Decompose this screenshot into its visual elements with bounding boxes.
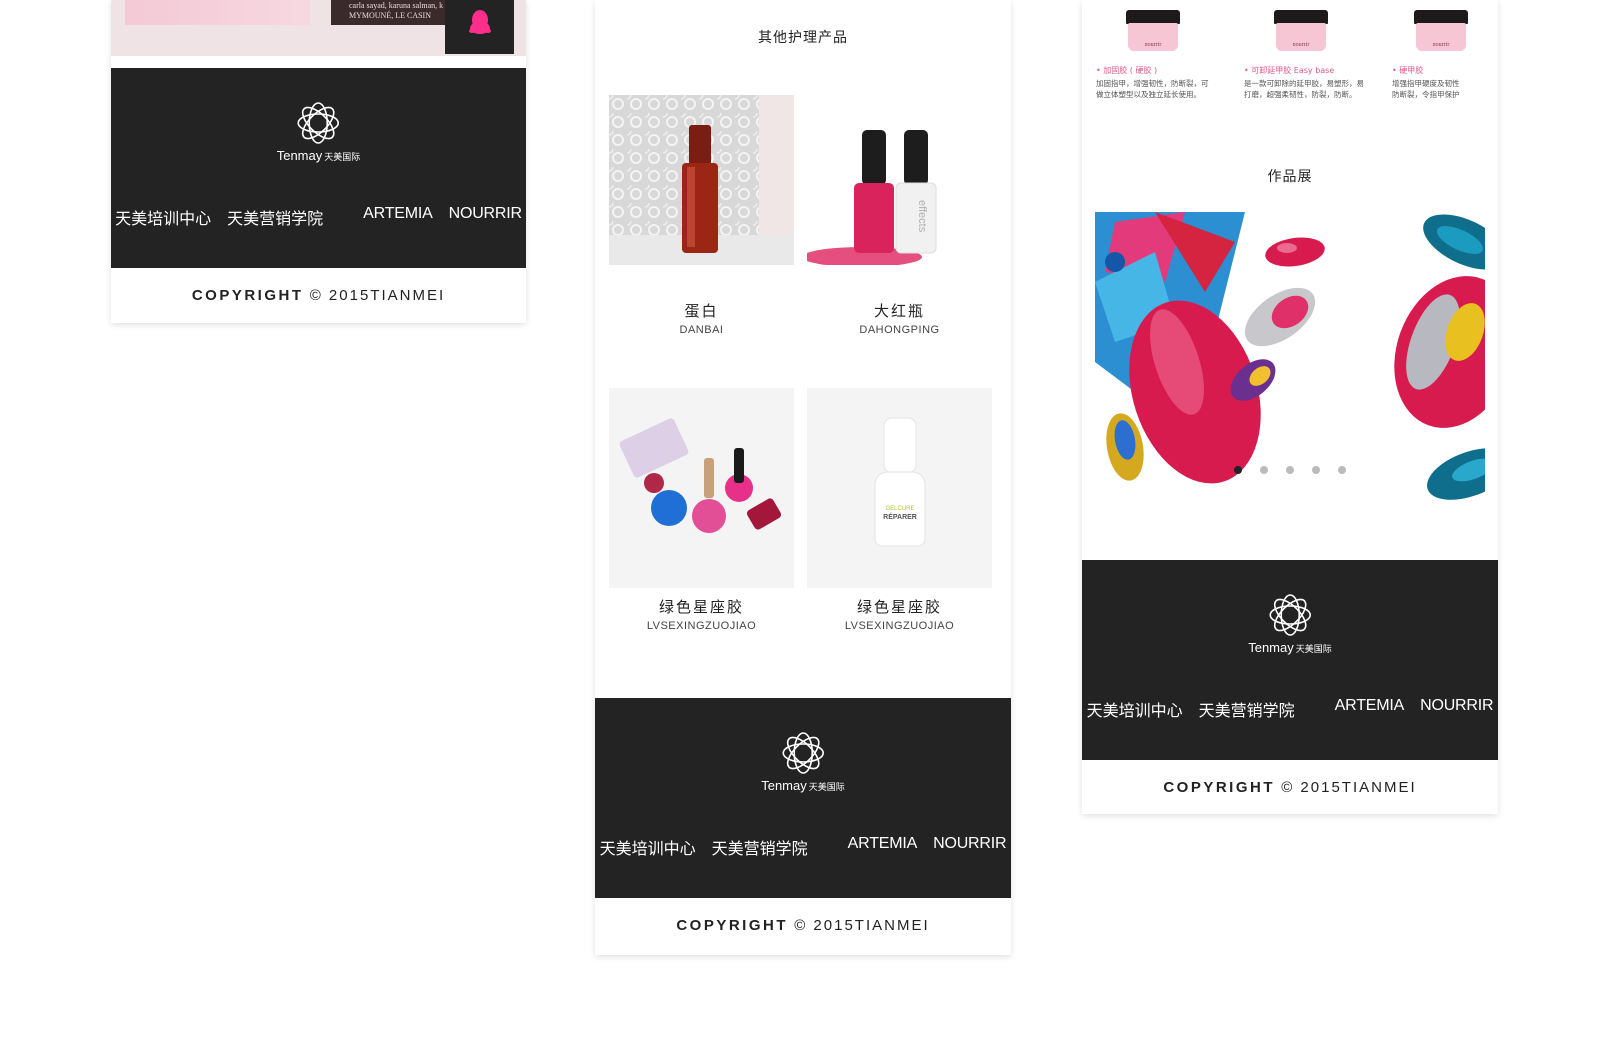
carousel-dot[interactable]	[1312, 466, 1320, 474]
footer-link-training[interactable]: 天美培训中心	[115, 205, 211, 229]
jar-description: 是一款可卸除的延甲胶，易塑形，易 打磨，超强柔韧性，防裂，防断。	[1244, 79, 1364, 99]
jar-description: 加固指甲，增强韧性，防断裂，可 做立体塑型以及独立延长使用。	[1096, 79, 1209, 99]
product-pinyin: DANBAI	[679, 324, 724, 336]
tenmay-logo-icon	[782, 732, 824, 774]
jar-image: nourrir	[1274, 10, 1328, 52]
footer-link-training[interactable]: 天美培训中心	[1087, 697, 1183, 721]
product-pinyin: DAHONGPING	[859, 324, 940, 336]
penguin-icon	[469, 10, 491, 34]
product-card[interactable]: GELCURE RÉPARER 绿色星座胶 LVSEXINGZUOJIAO	[807, 388, 992, 632]
jar-description: 增强指甲硬度及韧性 防断裂，令指甲保护	[1392, 79, 1460, 99]
jar-caption: • 可卸延甲胶 Easy base	[1244, 66, 1335, 75]
bottle-label: effects	[916, 200, 928, 233]
footer-link-artemia[interactable]: ARTEMIA	[848, 835, 918, 859]
footer-link-training[interactable]: 天美培训中心	[600, 835, 696, 859]
gallery-image	[1095, 212, 1485, 500]
jar-brand: nourrir	[1292, 42, 1310, 48]
footer-link-nourrir[interactable]: NOURRIR	[933, 835, 1006, 859]
bottle-label: GELCURE	[885, 506, 914, 512]
product-card[interactable]: effects 大红瓶 DAHONGPING	[807, 95, 992, 336]
product-image	[609, 388, 794, 588]
carousel-dot[interactable]	[1286, 466, 1294, 474]
jar-brand: nourrir	[1144, 42, 1162, 48]
qq-button[interactable]	[445, 0, 514, 54]
product-card[interactable]: 绿色星座胶 LVSEXINGZUOJIAO	[609, 388, 794, 632]
banner-image: carla sayad, karuna salman, k MYMOUNÉ, L…	[111, 0, 526, 56]
jar-caption: • 硬甲胶	[1392, 66, 1424, 75]
footer-link-marketing[interactable]: 天美营销学院	[712, 835, 808, 859]
footer-logo[interactable]: Tenmay 天美国际	[761, 730, 845, 793]
logo-text: Tenmay 天美国际	[1248, 640, 1332, 655]
footer-link-marketing[interactable]: 天美营销学院	[1199, 697, 1295, 721]
carousel-indicators	[1082, 466, 1498, 474]
copyright: COPYRIGHT © 2015TIANMEI	[191, 287, 446, 304]
left-page-preview: carla sayad, karuna salman, k MYMOUNÉ, L…	[111, 0, 526, 323]
banner-caption-line: MYMOUNÉ, LE CASIN	[349, 11, 431, 20]
product-name: 蛋白	[684, 302, 719, 320]
jar-image: nourrir	[1414, 10, 1468, 52]
product-image: effects	[807, 95, 992, 265]
product-pinyin: LVSEXINGZUOJIAO	[646, 620, 757, 632]
right-page-preview: nourrir • 加固胶 ( 硬胶 ) 加固指甲，增强韧性，防断裂，可 做立体…	[1082, 0, 1498, 814]
gallery-title: 作品展	[1267, 169, 1313, 185]
footer: Tenmay 天美国际 天美培训中心 天美营销学院 ARTEMIA NOURRIR	[111, 68, 526, 268]
footer-links: 天美培训中心 天美营销学院 ARTEMIA NOURRIR	[111, 205, 526, 229]
jar-caption: • 加固胶 ( 硬胶 )	[1096, 66, 1158, 75]
product-image	[609, 95, 794, 265]
copyright: COPYRIGHT © 2015TIANMEI	[676, 917, 930, 934]
product-name: 大红瓶	[873, 302, 925, 320]
footer-links: 天美培训中心 天美营销学院 ARTEMIA NOURRIR	[1082, 697, 1498, 721]
carousel-dot[interactable]	[1234, 466, 1242, 474]
section-title: 其他护理产品	[758, 30, 848, 46]
footer: Tenmay 天美国际 天美培训中心 天美营销学院 ARTEMIA NOURRIR	[595, 698, 1011, 898]
footer: Tenmay 天美国际 天美培训中心 天美营销学院 ARTEMIA NOURRIR	[1082, 560, 1498, 760]
banner-caption-line: carla sayad, karuna salman, k	[349, 1, 444, 10]
copyright: COPYRIGHT © 2015TIANMEI	[1163, 779, 1417, 796]
logo-text: Tenmay 天美国际	[276, 148, 361, 163]
footer-link-nourrir[interactable]: NOURRIR	[449, 205, 522, 229]
bottle-label: RÉPARER	[883, 512, 917, 521]
jar-brand: nourrir	[1432, 42, 1450, 48]
footer-link-artemia[interactable]: ARTEMIA	[363, 205, 433, 229]
jar-image: nourrir	[1126, 10, 1180, 52]
product-pinyin: LVSEXINGZUOJIAO	[844, 620, 955, 632]
gallery-carousel[interactable]	[1095, 212, 1485, 500]
carousel-dot[interactable]	[1260, 466, 1268, 474]
banner-caption-card: carla sayad, karuna salman, k MYMOUNÉ, L…	[331, 0, 449, 25]
footer-logo[interactable]: Tenmay 天美国际	[276, 100, 361, 163]
footer-links: 天美培训中心 天美营销学院 ARTEMIA NOURRIR	[595, 835, 1011, 859]
tenmay-logo-icon	[1269, 594, 1311, 636]
footer-link-artemia[interactable]: ARTEMIA	[1335, 697, 1405, 721]
mid-page-preview: 其他护理产品 蛋白 DANBAI effects 大红瓶 DAHONGPING …	[595, 0, 1011, 955]
carousel-dot[interactable]	[1338, 466, 1346, 474]
footer-link-marketing[interactable]: 天美营销学院	[227, 205, 323, 229]
logo-text: Tenmay 天美国际	[761, 778, 845, 793]
product-image: GELCURE RÉPARER	[807, 388, 992, 588]
product-card[interactable]: 蛋白 DANBAI	[609, 95, 794, 336]
banner-pink-strip	[125, 0, 310, 25]
product-name: 绿色星座胶	[658, 598, 744, 616]
footer-link-nourrir[interactable]: NOURRIR	[1420, 697, 1493, 721]
footer-logo[interactable]: Tenmay 天美国际	[1248, 592, 1332, 655]
product-name: 绿色星座胶	[856, 598, 942, 616]
tenmay-logo-icon	[297, 102, 340, 144]
